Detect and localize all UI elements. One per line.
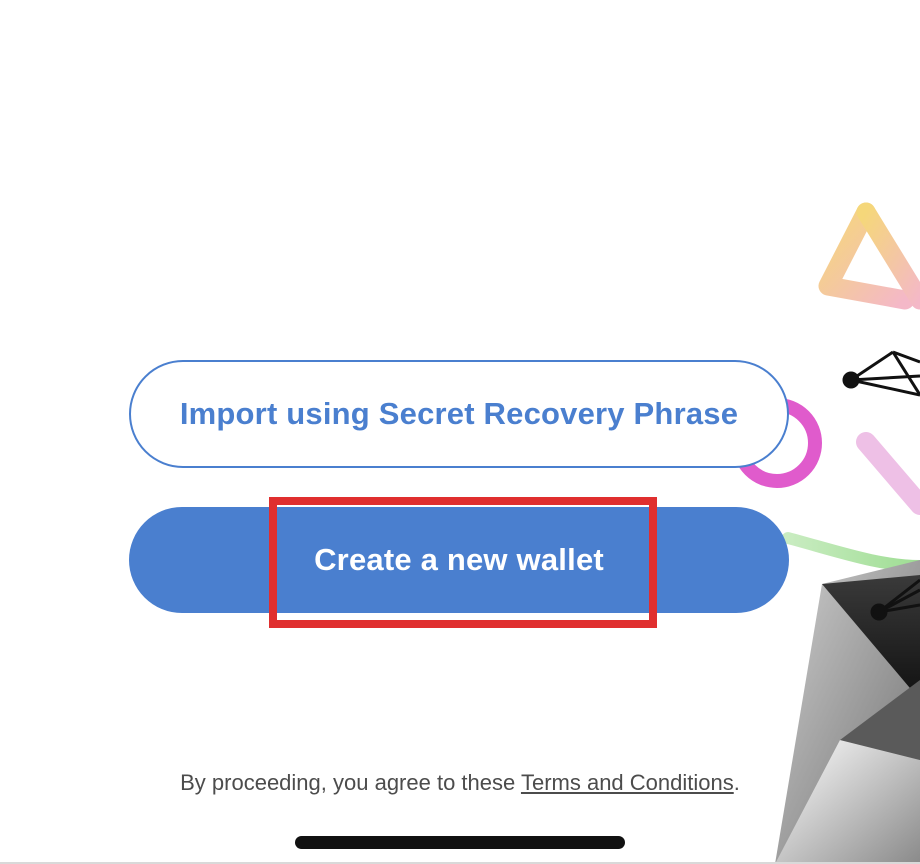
terms-and-conditions-link[interactable]: Terms and Conditions <box>521 770 734 795</box>
green-arc-shape <box>782 532 920 572</box>
yellow-triangle-shape <box>818 202 920 310</box>
import-secret-recovery-phrase-button[interactable]: Import using Secret Recovery Phrase <box>129 360 789 468</box>
terms-prefix-text: By proceeding, you agree to these <box>180 770 521 795</box>
pink-bar-shape <box>856 432 920 515</box>
terms-suffix-text: . <box>733 770 740 795</box>
grey-polygon-shape <box>775 560 920 864</box>
create-new-wallet-button[interactable]: Create a new wallet <box>129 507 789 613</box>
home-indicator-bar <box>295 836 625 849</box>
onboarding-screen: Import using Secret Recovery Phrase Crea… <box>0 0 920 864</box>
terms-notice: By proceeding, you agree to these Terms … <box>0 770 920 796</box>
node-network-lower <box>870 578 920 621</box>
node-network-upper <box>842 350 920 397</box>
